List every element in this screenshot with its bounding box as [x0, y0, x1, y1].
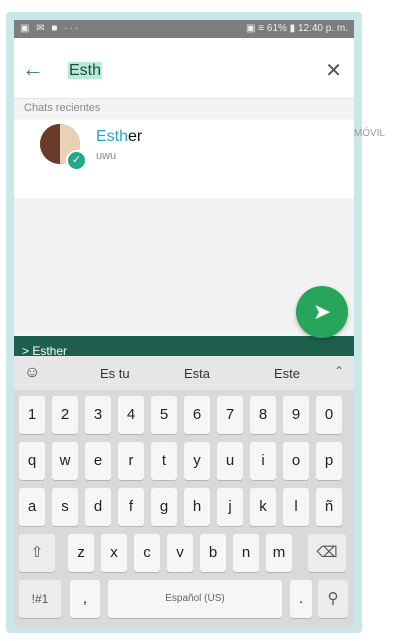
- key-enye[interactable]: ñ: [316, 488, 342, 526]
- key-k[interactable]: k: [250, 488, 276, 526]
- search-icon: ⚲: [327, 590, 339, 607]
- key-1[interactable]: 1: [19, 396, 45, 434]
- key-2[interactable]: 2: [52, 396, 78, 434]
- key-u[interactable]: u: [217, 442, 243, 480]
- shift-key[interactable]: ⇧: [19, 534, 55, 572]
- search-bar: ← Esth ✕: [14, 38, 354, 99]
- key-5[interactable]: 5: [151, 396, 177, 434]
- key-b[interactable]: b: [200, 534, 226, 572]
- key-p[interactable]: p: [316, 442, 342, 480]
- key-h[interactable]: h: [184, 488, 210, 526]
- key-m[interactable]: m: [266, 534, 292, 572]
- suggestion-3[interactable]: Este: [274, 366, 300, 381]
- search-input[interactable]: Esth: [68, 62, 103, 80]
- key-a[interactable]: a: [19, 488, 45, 526]
- close-icon[interactable]: ✕: [325, 58, 342, 83]
- symbols-key[interactable]: !#1: [19, 580, 61, 618]
- key-9[interactable]: 9: [283, 396, 309, 434]
- key-y[interactable]: y: [184, 442, 210, 480]
- send-icon: ➤: [312, 299, 332, 324]
- key-6[interactable]: 6: [184, 396, 210, 434]
- send-button[interactable]: ➤: [296, 286, 348, 338]
- keyboard-suggestion-bar: ☺ Es tu Esta Este ⌃: [14, 356, 354, 390]
- key-g[interactable]: g: [151, 488, 177, 526]
- search-query-highlight: Esth: [68, 62, 103, 79]
- chat-status-text: uwu: [96, 150, 117, 162]
- space-key[interactable]: Español (US): [108, 580, 282, 618]
- key-0[interactable]: 0: [316, 396, 342, 434]
- key-c[interactable]: c: [134, 534, 160, 572]
- backspace-icon: ⌫: [316, 544, 338, 561]
- emoji-icon[interactable]: ☺: [24, 364, 40, 382]
- key-r[interactable]: r: [118, 442, 144, 480]
- keyboard: 1 2 3 4 5 6 7 8 9 0 q w e r t y u i o p …: [14, 390, 354, 627]
- key-o[interactable]: o: [283, 442, 309, 480]
- key-4[interactable]: 4: [118, 396, 144, 434]
- search-key[interactable]: ⚲: [318, 580, 348, 618]
- key-8[interactable]: 8: [250, 396, 276, 434]
- key-t[interactable]: t: [151, 442, 177, 480]
- key-7[interactable]: 7: [217, 396, 243, 434]
- comma-key[interactable]: ,: [70, 580, 100, 618]
- key-f[interactable]: f: [118, 488, 144, 526]
- selected-check-icon: ✓: [66, 150, 87, 171]
- key-z[interactable]: z: [68, 534, 94, 572]
- key-l[interactable]: l: [283, 488, 309, 526]
- key-x[interactable]: x: [101, 534, 127, 572]
- section-header: Chats recientes: [14, 99, 354, 119]
- section-header-label: Chats recientes: [24, 102, 101, 114]
- chevron-up-icon[interactable]: ⌃: [334, 364, 344, 378]
- key-s[interactable]: s: [52, 488, 78, 526]
- status-left-icons: ▣ ✉ ■ ···: [20, 23, 81, 34]
- suggestion-1[interactable]: Es tu: [100, 366, 130, 381]
- status-bar: ▣ ✉ ■ ··· ▣ ≡ 61% ▮ 12:40 p. m.: [14, 20, 354, 38]
- key-w[interactable]: w: [52, 442, 78, 480]
- key-d[interactable]: d: [85, 488, 111, 526]
- key-3[interactable]: 3: [85, 396, 111, 434]
- backspace-key[interactable]: ⌫: [308, 534, 346, 572]
- key-i[interactable]: i: [250, 442, 276, 480]
- key-v[interactable]: v: [167, 534, 193, 572]
- chat-phone-type: MÓVIL: [353, 128, 385, 139]
- chat-name-match: Esth: [96, 128, 129, 145]
- key-q[interactable]: q: [19, 442, 45, 480]
- chat-contact-name: Esther: [96, 128, 142, 146]
- key-e[interactable]: e: [85, 442, 111, 480]
- suggestion-2[interactable]: Esta: [184, 366, 210, 381]
- period-key[interactable]: .: [290, 580, 312, 618]
- shift-icon: ⇧: [30, 544, 44, 561]
- key-j[interactable]: j: [217, 488, 243, 526]
- status-right-info: ▣ ≡ 61% ▮ 12:40 p. m.: [246, 23, 348, 34]
- chat-name-rest: er: [128, 128, 143, 145]
- key-n[interactable]: n: [233, 534, 259, 572]
- back-arrow-icon[interactable]: ←: [22, 56, 44, 82]
